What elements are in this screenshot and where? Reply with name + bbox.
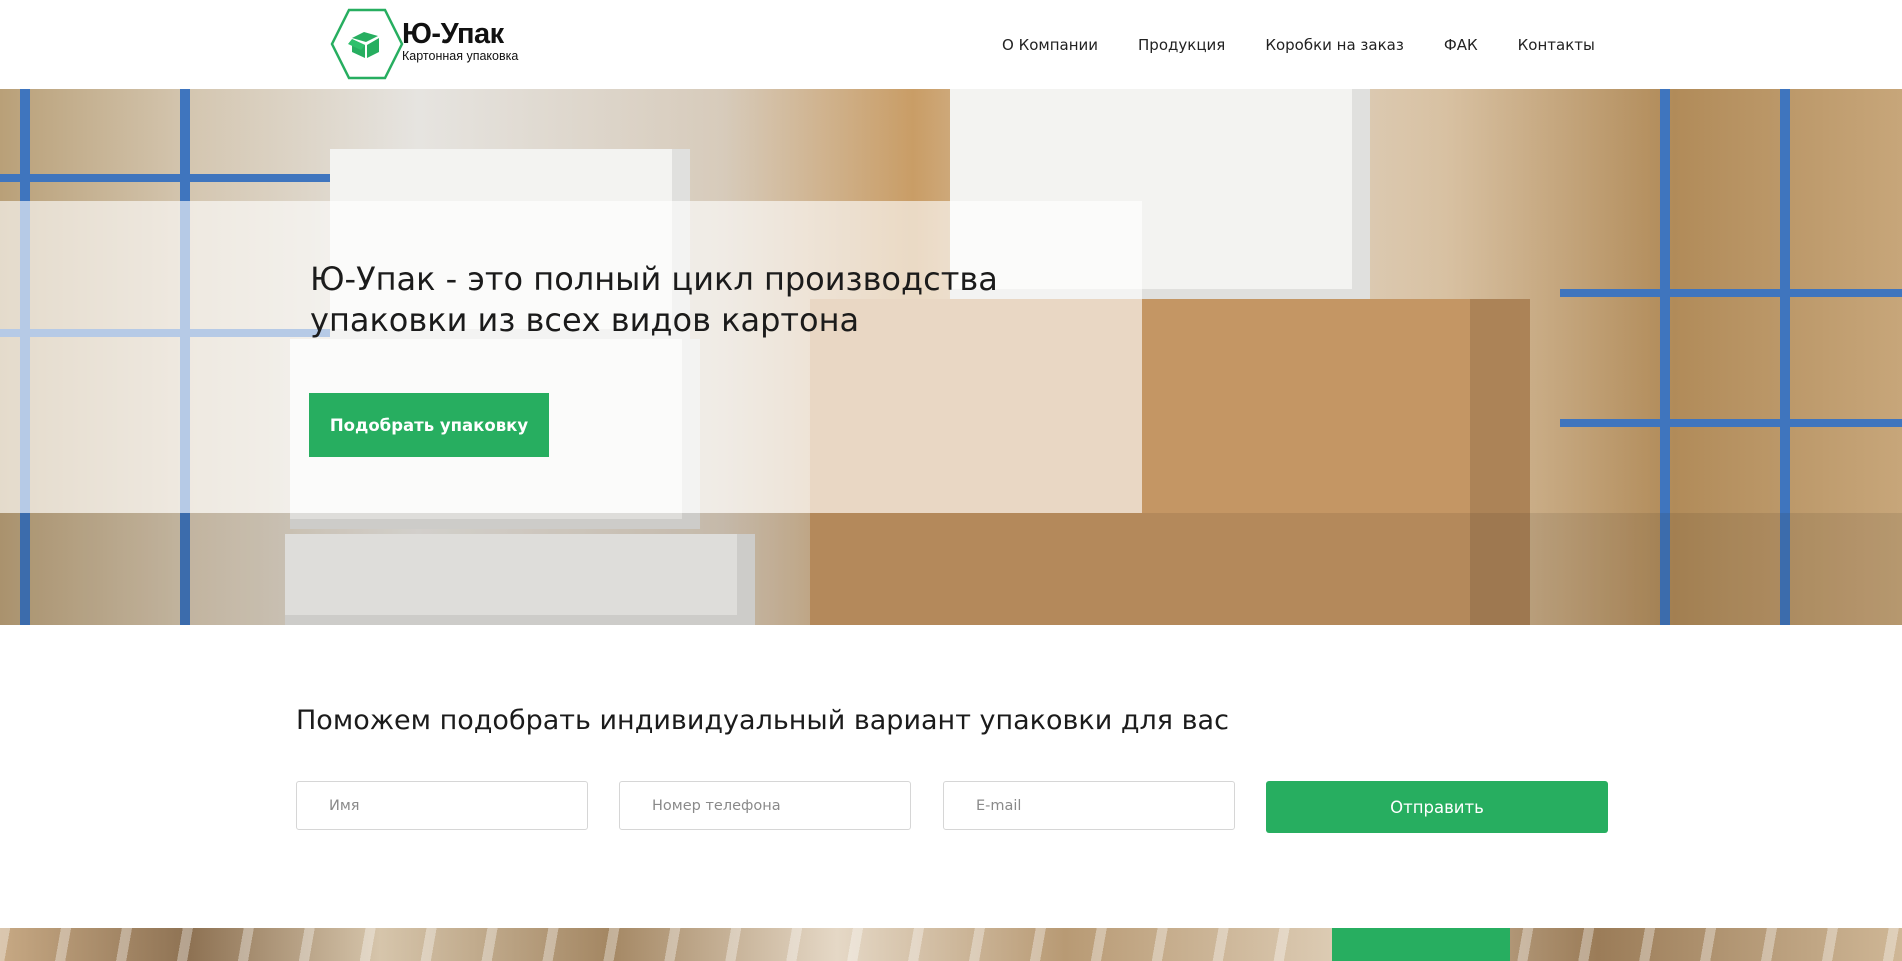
email-field[interactable]: [943, 781, 1235, 830]
nav-item-faq[interactable]: ФАК: [1444, 36, 1478, 54]
hero-section: Ю-Упак - это полный цикл производства уп…: [0, 89, 1902, 625]
box-logo-icon: [330, 8, 404, 80]
hero-overlay: [0, 201, 1142, 513]
nav-item-custom-boxes[interactable]: Коробки на заказ: [1265, 36, 1404, 54]
form-title: Поможем подобрать индивидуальный вариант…: [296, 705, 1229, 736]
logo[interactable]: Ю-Упак Картонная упаковка: [330, 8, 518, 80]
logo-name: Ю-Упак: [402, 18, 504, 50]
next-section-badge: [1332, 928, 1510, 961]
nav-item-products[interactable]: Продукция: [1138, 36, 1225, 54]
next-section-image: [0, 928, 1902, 961]
choose-packaging-button[interactable]: Подобрать упаковку: [309, 393, 549, 457]
nav-item-contacts[interactable]: Контакты: [1518, 36, 1595, 54]
site-header: Ю-Упак Картонная упаковка О Компании Про…: [0, 0, 1902, 89]
hero-title: Ю-Упак - это полный цикл производства уп…: [310, 260, 998, 339]
submit-button[interactable]: Отправить: [1266, 781, 1608, 833]
main-nav: О Компании Продукция Коробки на заказ ФА…: [1002, 36, 1635, 54]
nav-item-about[interactable]: О Компании: [1002, 36, 1098, 54]
name-field[interactable]: [296, 781, 588, 830]
phone-field[interactable]: [619, 781, 911, 830]
logo-subtitle: Картонная упаковка: [402, 49, 519, 63]
